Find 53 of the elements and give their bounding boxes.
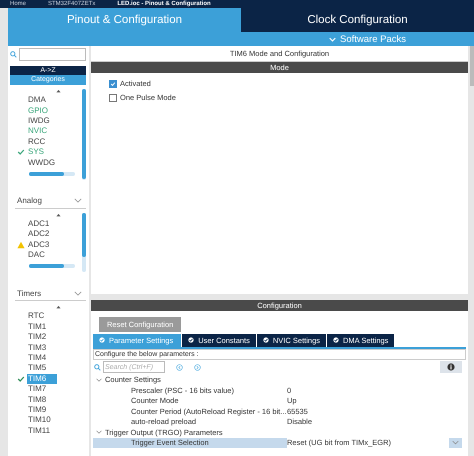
chevron-icon[interactable]	[74, 290, 82, 296]
category-label: Timers	[17, 288, 42, 298]
search-field[interactable]	[19, 48, 86, 61]
previous-icon[interactable]	[176, 364, 183, 370]
category-header[interactable]: Timers	[15, 286, 86, 302]
peripheral-item[interactable]: ADC1	[27, 218, 50, 229]
peripheral-item[interactable]: TIM4	[27, 353, 48, 364]
sort-arrow-icon[interactable]	[56, 212, 61, 218]
peripheral-item[interactable]: DAC	[27, 250, 46, 260]
checkbox[interactable]	[109, 94, 117, 102]
next-icon[interactable]	[194, 364, 201, 370]
search-icon	[10, 51, 17, 58]
peripheral-item[interactable]: TIM9	[27, 405, 48, 415]
warning-icon	[17, 240, 25, 249]
dropdown-icon[interactable]	[452, 440, 459, 446]
chevron-icon[interactable]	[96, 378, 102, 382]
peripheral-item[interactable]: ADC2	[27, 229, 50, 240]
peripheral-item[interactable]: TIM2	[27, 332, 48, 342]
peripheral-item[interactable]: TIM1	[27, 322, 48, 332]
category-label: Analog	[17, 196, 42, 206]
chevron-icon	[329, 36, 336, 42]
peripheral-item[interactable]: TIM8	[27, 394, 48, 405]
chevron-icon[interactable]	[96, 430, 102, 434]
info-icon	[447, 363, 455, 371]
check-icon	[188, 337, 194, 343]
info-button[interactable]	[440, 361, 462, 373]
scrollbar[interactable]	[29, 172, 75, 176]
check-icon	[333, 337, 339, 343]
check-icon	[99, 337, 105, 343]
peripheral-item[interactable]: ADC3	[27, 240, 50, 250]
peripheral-item[interactable]: RTC	[27, 311, 46, 322]
chevron-icon[interactable]	[74, 198, 82, 204]
peripheral-item[interactable]: RCC	[27, 136, 46, 147]
peripheral-item[interactable]: TIM3	[27, 342, 48, 353]
peripheral-item[interactable]: TIM11	[27, 426, 52, 436]
peripheral-item[interactable]: TIM7	[27, 384, 48, 394]
check-icon	[262, 337, 269, 343]
peripheral-item[interactable]: TIM10	[27, 415, 52, 426]
scrollbar[interactable]	[29, 264, 75, 268]
peripheral-item[interactable]: IWDG	[27, 116, 51, 126]
sort-arrow-icon[interactable]	[56, 305, 61, 310]
category-header[interactable]: Analog	[15, 194, 86, 209]
peripheral-item[interactable]: TIM5	[27, 363, 48, 374]
main-tab[interactable]: Clock Configuration	[241, 8, 474, 32]
sort-arrow-icon[interactable]	[56, 89, 61, 94]
search-icon	[94, 364, 101, 370]
peripheral-item[interactable]: DMA	[27, 95, 47, 106]
peripheral-item[interactable]: WWDG	[27, 158, 56, 168]
check-icon	[17, 374, 25, 383]
scrollbar[interactable]	[82, 212, 86, 272]
scrollbar[interactable]	[82, 89, 86, 180]
check-icon	[17, 148, 25, 156]
checkbox[interactable]	[109, 80, 117, 88]
